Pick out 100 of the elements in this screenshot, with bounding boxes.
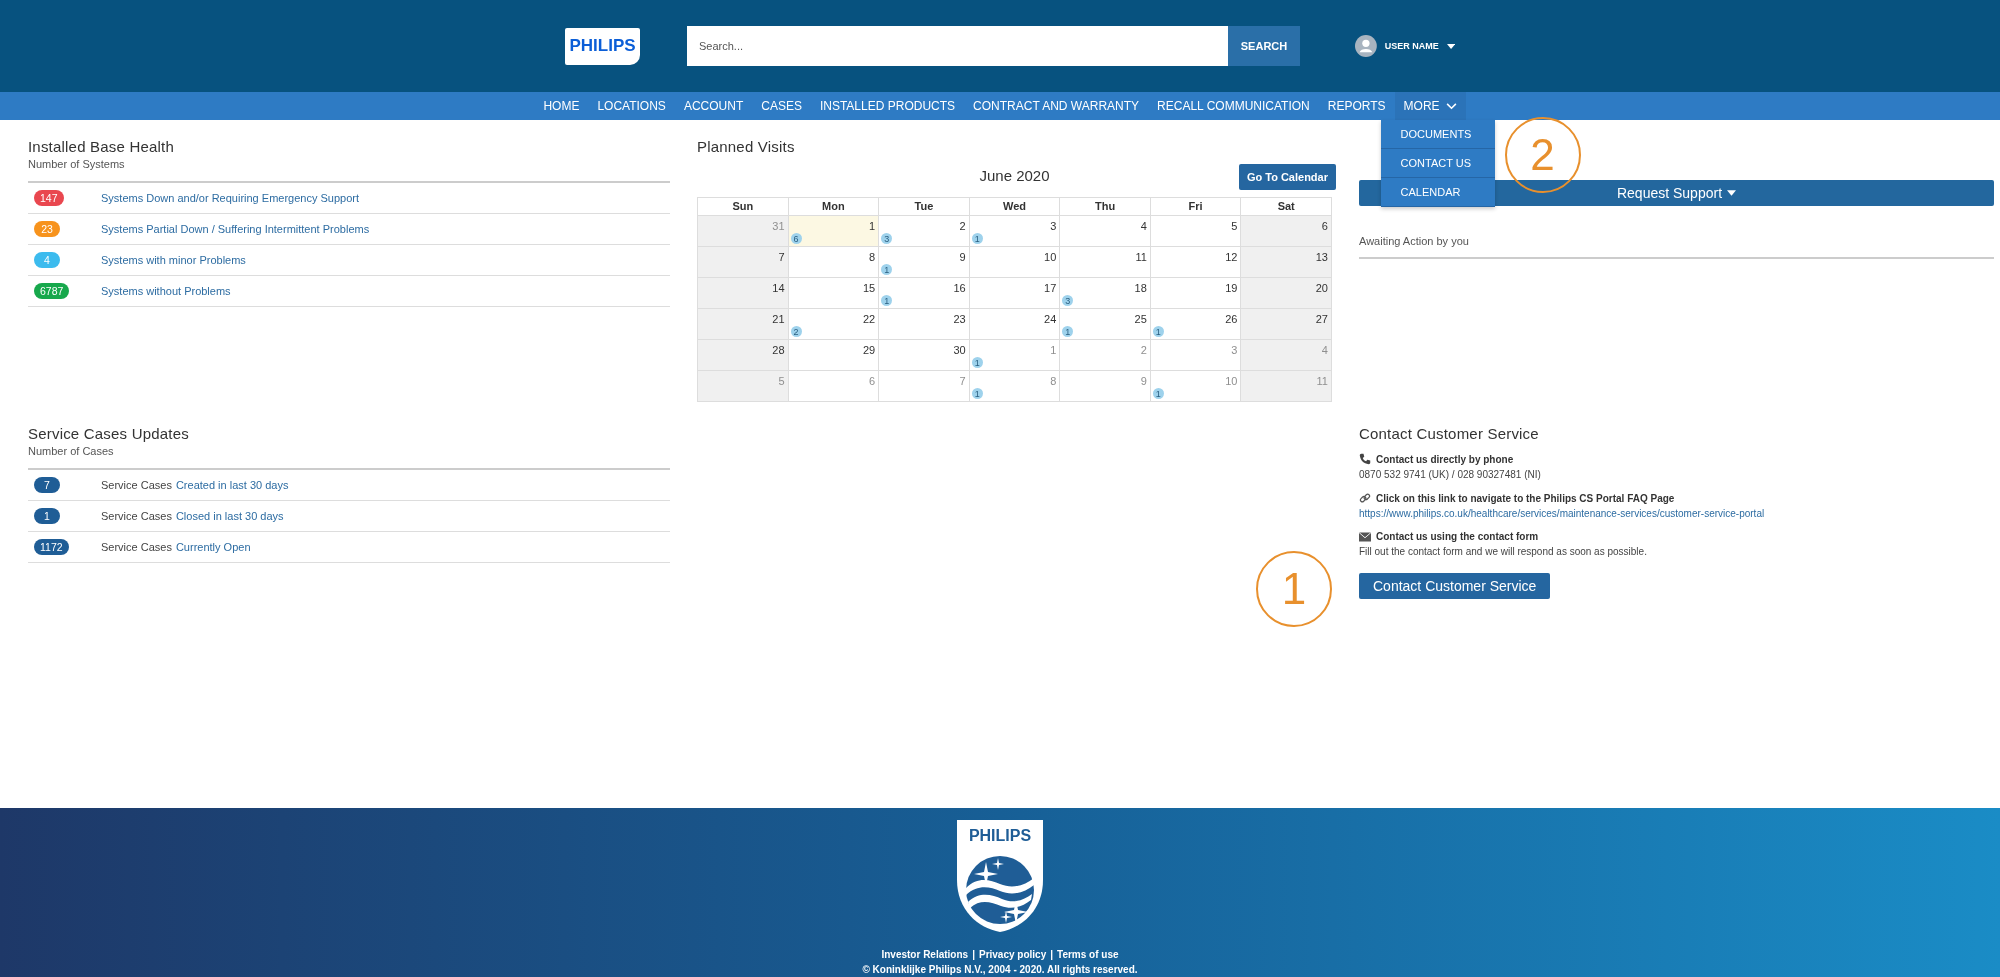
- status-link[interactable]: Systems Down and/or Requiring Emergency Support: [101, 192, 359, 204]
- visit-count-badge[interactable]: 2: [790, 326, 802, 337]
- calendar-day-cell[interactable]: 7: [879, 371, 970, 402]
- dropdown-item[interactable]: CONTACT US: [1380, 149, 1495, 178]
- calendar-day-cell[interactable]: 4: [1060, 216, 1151, 247]
- status-link[interactable]: Systems with minor Problems: [101, 254, 246, 266]
- link-separator: |: [1050, 949, 1054, 960]
- section-title: Planned Visits: [697, 138, 796, 155]
- count-badge: 4: [34, 252, 60, 268]
- mail-icon: [1359, 531, 1371, 542]
- calendar-day-cell[interactable]: 2: [1060, 340, 1151, 371]
- calendar-day-cell[interactable]: 24: [969, 309, 1061, 340]
- status-link[interactable]: Systems without Problems: [101, 285, 231, 297]
- calendar-day-cell[interactable]: 14: [698, 278, 789, 309]
- calendar-day-cell[interactable]: 30: [879, 340, 970, 371]
- calendar-day-cell[interactable]: 9 1: [879, 247, 970, 278]
- calendar-day-cell[interactable]: 28: [698, 340, 789, 371]
- footer-link[interactable]: Investor Relations: [881, 949, 969, 960]
- visit-count-badge[interactable]: 1: [971, 233, 983, 244]
- nav-link[interactable]: LOCATIONS: [588, 92, 675, 120]
- faq-link[interactable]: https://www.philips.co.uk/healthcare/services/maintenance-services/customer-service-portal: [1359, 508, 1994, 519]
- calendar-day-cell[interactable]: 10: [969, 247, 1061, 278]
- calendar-day-cell[interactable]: 6: [788, 371, 880, 402]
- contact-customer-service-button[interactable]: Contact Customer Service: [1359, 573, 1551, 599]
- case-link[interactable]: Created in last 30 days: [175, 479, 289, 491]
- philips-logo[interactable]: PHILIPS: [565, 27, 640, 65]
- nav-link[interactable]: INSTALLED PRODUCTS: [810, 92, 965, 120]
- calendar-day-cell[interactable]: 6: [1241, 216, 1332, 247]
- calendar-day-cell[interactable]: 23: [879, 309, 970, 340]
- section-subtitle: Number of Cases: [28, 445, 115, 457]
- nav-link[interactable]: CASES: [752, 92, 811, 120]
- footer-link[interactable]: Privacy policy: [978, 949, 1047, 960]
- caret-icon[interactable]: [1727, 190, 1737, 196]
- calendar-day-cell[interactable]: 8: [788, 247, 880, 278]
- visit-count-badge[interactable]: 1: [971, 357, 983, 368]
- user-name-menu[interactable]: USER NAME: [1384, 41, 1439, 51]
- copyright-text: © Koninklijke Philips N.V., 2004 - 2020. All rights reserved.: [862, 964, 1138, 975]
- calendar-day-cell[interactable]: 16 1: [879, 278, 970, 309]
- calendar-day-cell[interactable]: 7: [698, 247, 789, 278]
- calendar-day-cell[interactable]: 21: [698, 309, 789, 340]
- calendar-day-cell[interactable]: 27: [1241, 309, 1332, 340]
- calendar-day-cell[interactable]: 10 1: [1150, 371, 1242, 402]
- calendar-day-cell[interactable]: 25 1: [1060, 309, 1151, 340]
- case-link[interactable]: Closed in last 30 days: [175, 510, 284, 522]
- status-link[interactable]: Systems Partial Down / Suffering Intermittent Problems: [101, 223, 370, 235]
- calendar-day-cell[interactable]: 19: [1150, 278, 1242, 309]
- calendar-day-cell[interactable]: 17: [969, 278, 1061, 309]
- search-button[interactable]: SEARCH: [1228, 26, 1300, 66]
- more-menu[interactable]: MORE: [1394, 92, 1466, 120]
- count-badge: 1172: [34, 539, 69, 555]
- calendar-day-cell[interactable]: 8 1: [969, 371, 1061, 402]
- visit-count-badge[interactable]: 3: [1062, 295, 1074, 306]
- go-to-calendar-button[interactable]: Go To Calendar: [1238, 164, 1336, 190]
- calendar-day-cell[interactable]: 22 2: [788, 309, 880, 340]
- calendar-day-cell[interactable]: 15: [788, 278, 880, 309]
- calendar-day-cell[interactable]: 12: [1150, 247, 1242, 278]
- visit-count-badge[interactable]: 1: [1152, 326, 1164, 337]
- month-title: June 2020: [979, 166, 1050, 184]
- calendar-day-cell[interactable]: 1 6: [788, 216, 880, 247]
- case-label: Service Cases: [101, 479, 172, 491]
- count-badge: 23: [34, 221, 60, 237]
- calendar-day-cell[interactable]: 11: [1060, 247, 1151, 278]
- caret-icon[interactable]: [1446, 43, 1455, 49]
- case-label: Service Cases: [101, 541, 172, 553]
- case-label: Service Cases: [101, 510, 172, 522]
- calendar-day-cell[interactable]: 20: [1241, 278, 1332, 309]
- calendar-day-cell[interactable]: 26 1: [1150, 309, 1242, 340]
- calendar-day-cell[interactable]: 5: [698, 371, 789, 402]
- dropdown-item[interactable]: DOCUMENTS: [1380, 120, 1495, 149]
- search-field[interactable]: Search...: [687, 26, 1228, 66]
- contact-label: Contact us directly by phone: [1376, 453, 1514, 465]
- chevron-down-icon[interactable]: [1445, 102, 1457, 110]
- calendar-day-cell[interactable]: 2 3: [879, 216, 970, 247]
- case-link[interactable]: Currently Open: [175, 541, 251, 553]
- section-title: Installed Base Health: [28, 138, 175, 155]
- calendar-day-cell[interactable]: 9: [1060, 371, 1151, 402]
- visit-count-badge[interactable]: 3: [881, 233, 893, 244]
- calendar-day-cell[interactable]: 5: [1150, 216, 1242, 247]
- nav-link[interactable]: REPORTS: [1318, 92, 1395, 120]
- calendar-day-cell[interactable]: 18 3: [1060, 278, 1151, 309]
- nav-link[interactable]: HOME: [534, 92, 589, 120]
- calendar-day-cell[interactable]: 3: [1150, 340, 1242, 371]
- visit-count-badge[interactable]: 1: [971, 388, 983, 399]
- calendar-day-cell[interactable]: 1 1: [969, 340, 1061, 371]
- footer-link[interactable]: Terms of use: [1057, 949, 1119, 960]
- user-avatar-icon[interactable]: [1355, 34, 1377, 58]
- nav-link[interactable]: RECALL COMMUNICATION: [1148, 92, 1319, 120]
- visit-count-badge[interactable]: 1: [1152, 388, 1164, 399]
- calendar-day-cell[interactable]: 3 1: [969, 216, 1061, 247]
- visit-count-badge[interactable]: 1: [881, 295, 893, 306]
- nav-link[interactable]: CONTRACT AND WARRANTY: [964, 92, 1149, 120]
- calendar-day-cell[interactable]: 13: [1241, 247, 1332, 278]
- nav-link[interactable]: ACCOUNT: [674, 92, 753, 120]
- link-separator: |: [972, 949, 975, 960]
- visit-count-badge[interactable]: 1: [881, 264, 893, 275]
- count-badge: 7: [34, 477, 60, 493]
- visit-count-badge[interactable]: 6: [790, 233, 802, 244]
- count-badge: 147: [34, 190, 64, 206]
- visit-count-badge[interactable]: 1: [1062, 326, 1074, 337]
- calendar-day-cell[interactable]: 29: [788, 340, 880, 371]
